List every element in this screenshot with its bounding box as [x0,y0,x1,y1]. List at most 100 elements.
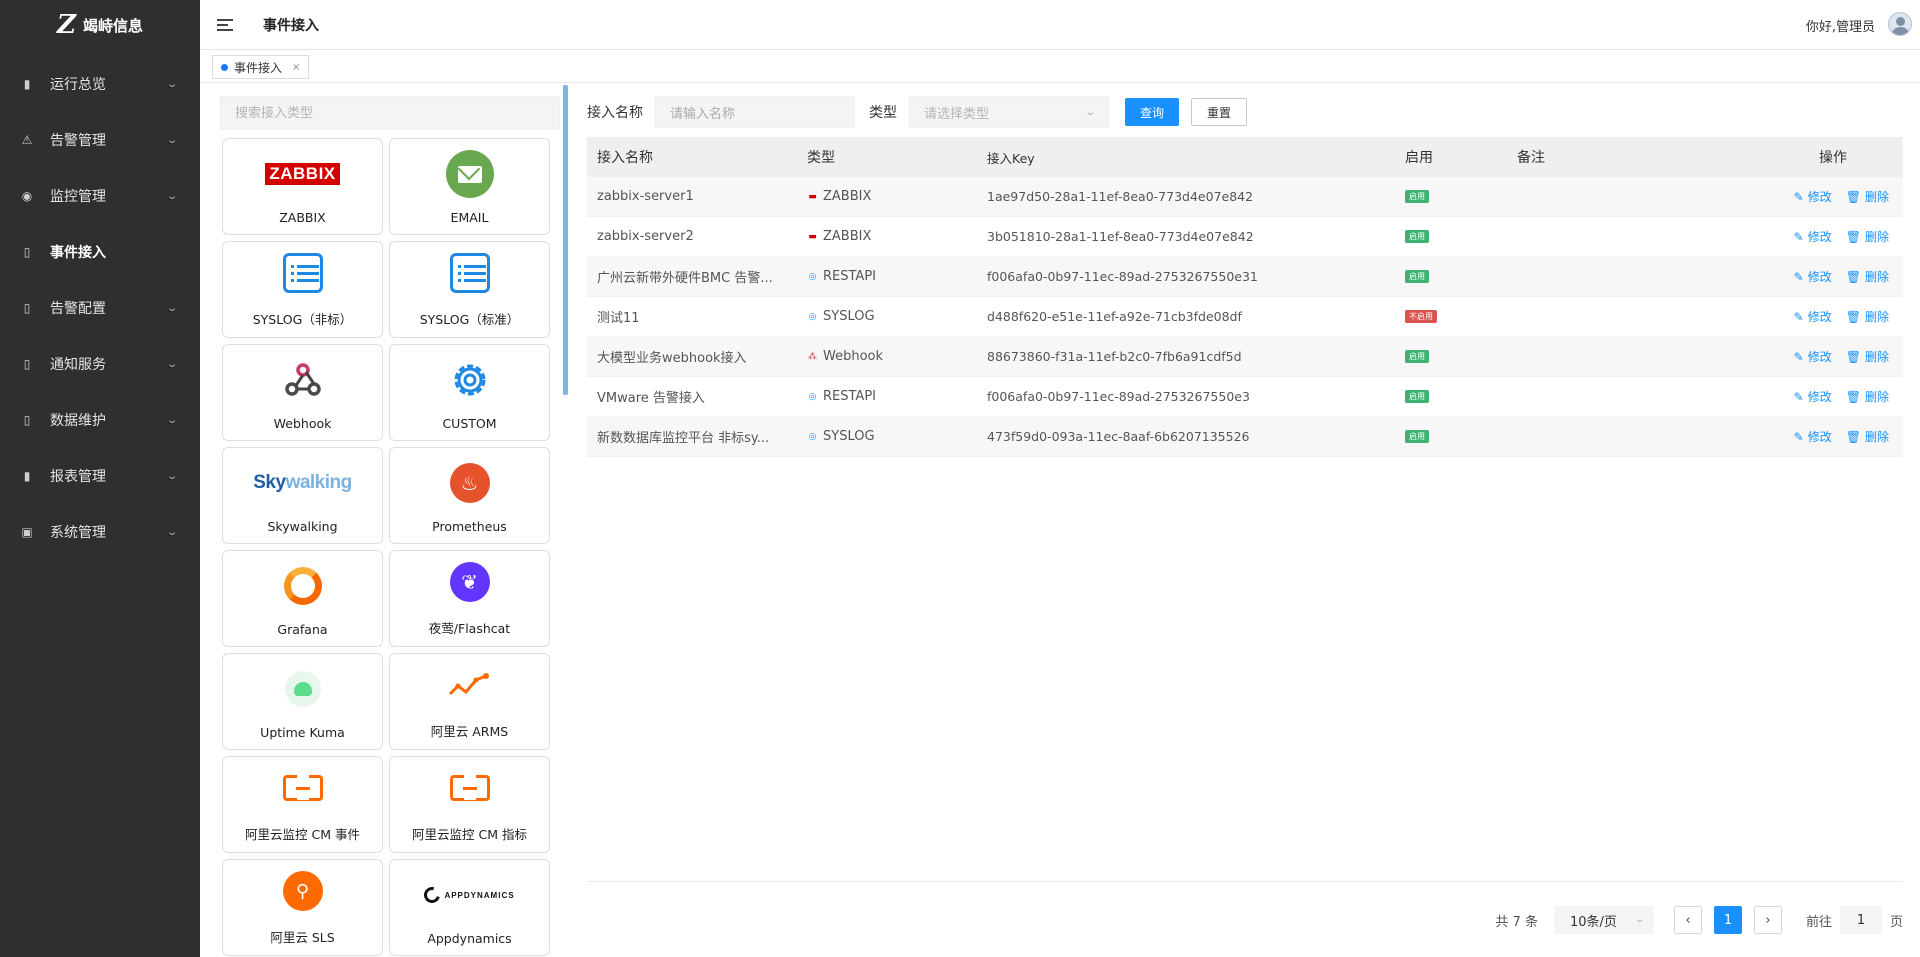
menu-toggle-icon[interactable] [217,18,233,31]
document-icon: ▯ [23,245,31,259]
access-type-card[interactable]: APPDYNAMICS Appdynamics [389,859,550,956]
restapi-icon: ◎ [808,391,817,402]
sidebar-item-6[interactable]: ▯ 数据维护 ⌄ [0,392,200,448]
access-type-card[interactable]: EMAIL [389,138,550,235]
cell-type-label: ZABBIX [823,189,872,204]
trash-icon: 🗑 [1845,349,1861,364]
access-type-card[interactable]: CUSTOM [389,344,550,441]
cell-type: ◎ RESTAPI [807,389,987,404]
sidebar: Z 竭峙信息 ▮ 运行总览 ⌄ ⚠ 告警管理 ⌄ ◉ 监控管理 ⌄ ▯ 事件接入 ▯ 告警配置 ⌄ ▯ 通知服… [0,0,200,957]
table-row[interactable]: VMware 告警接入 ◎ RESTAPI f006afa0-0b97-11ec-89… [587,377,1903,417]
card-logo: ♨ [390,457,549,509]
col-header-enabled[interactable]: 启用 [1405,147,1517,167]
card-logo [223,354,382,406]
edit-button[interactable]: ✎ 修改 [1794,388,1832,405]
card-label: Uptime Kuma [260,725,345,740]
type-filter-select[interactable]: 请选择类型 ⌄ [909,96,1109,128]
alarm-icon: ⚠ [21,133,33,147]
edit-button[interactable]: ✎ 修改 [1794,348,1832,365]
email-icon [445,150,494,198]
sidebar-item-7[interactable]: ▮ 报表管理 ⌄ [0,448,200,504]
name-filter-input[interactable]: 请输入名称 [655,96,855,128]
access-type-card[interactable]: ⚲ 阿里云 SLS [222,859,383,956]
sidebar-item-label: 运行总览 [50,77,106,93]
edit-button[interactable]: ✎ 修改 [1794,188,1832,205]
access-type-card[interactable]: SYSLOG（标准） [389,241,550,338]
skywalking-logo: Skywalking [253,472,352,493]
table-row[interactable]: 测试11 ◎ SYSLOG d488f620-e51e-11ef-a92e-71cb3… [587,297,1903,337]
grafana-icon [283,567,322,605]
page-number-current[interactable]: 1 [1713,906,1742,934]
access-type-card[interactable]: SYSLOG（非标） [222,241,383,338]
sidebar-item-3[interactable]: ▯ 事件接入 [0,224,200,280]
access-type-card[interactable]: 阿里云监控 CM 事件 [222,756,383,853]
col-header-type[interactable]: 类型 [807,147,987,167]
scrollbar-thumb[interactable] [563,85,568,395]
cell-key: d488f620-e51e-11ef-a92e-71cb3fde08df [987,309,1242,324]
card-label: 阿里云监控 CM 指标 [412,827,527,842]
delete-button[interactable]: 🗑 删除 [1846,228,1889,245]
table-row[interactable]: zabbix-server2 ▬ ZABBIX 3b051810-28a1-11ef-… [587,217,1903,257]
access-type-card[interactable]: ❦ 夜莺/Flashcat [389,550,550,647]
sidebar-item-label: 告警配置 [50,301,106,317]
sidebar-item-2[interactable]: ◉ 监控管理 ⌄ [0,168,200,224]
sidebar-item-4[interactable]: ▯ 告警配置 ⌄ [0,280,200,336]
cell-actions: ✎ 修改 🗑 删除 [1717,188,1903,205]
table-row[interactable]: zabbix-server1 ▬ ZABBIX 1ae97d50-28a1-11ef-… [587,177,1903,217]
delete-button[interactable]: 🗑 删除 [1846,348,1889,365]
delete-button[interactable]: 🗑 删除 [1846,188,1889,205]
access-type-card[interactable]: Grafana [222,550,383,647]
edit-button[interactable]: ✎ 修改 [1794,228,1832,245]
sidebar-item-label: 事件接入 [50,245,106,261]
card-label: Skywalking [267,519,338,534]
access-type-card[interactable]: 阿里云监控 CM 指标 [389,756,550,853]
page-size-select[interactable]: 10条/页 ⌄ [1553,906,1654,934]
access-type-card[interactable]: ZABBIX ZABBIX [222,138,383,235]
trash-icon: 🗑 [1845,189,1861,204]
cell-type-label: SYSLOG [823,429,875,444]
card-label: EMAIL [450,210,489,225]
edit-button[interactable]: ✎ 修改 [1794,428,1832,445]
delete-button[interactable]: 🗑 删除 [1846,308,1889,325]
query-button[interactable]: 查询 [1125,98,1180,126]
access-type-card[interactable]: 阿里云 ARMS [389,653,550,750]
edit-button[interactable]: ✎ 修改 [1794,308,1832,325]
sls-icon: ⚲ [282,871,323,911]
user-greeting[interactable]: 你好,管理员 [1806,16,1875,35]
bar-chart-icon: ▮ [23,469,31,483]
close-icon[interactable]: × [292,62,300,73]
cell-key: f006afa0-0b97-11ec-89ad-2753267550e3 [987,389,1250,404]
access-type-card[interactable]: Skywalking Skywalking [222,447,383,544]
tab-event-access[interactable]: 事件接入 × [212,55,310,79]
access-type-card[interactable]: Uptime Kuma [222,653,383,750]
reset-button[interactable]: 重置 [1191,98,1248,126]
sidebar-item-label: 通知服务 [50,357,106,373]
edit-button[interactable]: ✎ 修改 [1794,268,1832,285]
table-row[interactable]: 新数数据库监控平台 非标sy... ◎ SYSLOG 473f59d0-093a-11… [587,417,1903,457]
access-type-card[interactable]: Webhook [222,344,383,441]
sidebar-item-1[interactable]: ⚠ 告警管理 ⌄ [0,112,200,168]
cell-name: zabbix-server2 [597,229,694,244]
page-title: 事件接入 [263,17,319,34]
access-type-card[interactable]: ♨ Prometheus [389,447,550,544]
chevron-down-icon: ⌄ [165,190,178,202]
card-logo: ZABBIX [223,148,382,200]
delete-button[interactable]: 🗑 删除 [1846,428,1889,445]
table-row[interactable]: 广州云新带外硬件BMC 告警... ◎ RESTAPI f006afa0-0b97-1… [587,257,1903,297]
sidebar-item-8[interactable]: ▣ 系统管理 ⌄ [0,504,200,560]
avatar[interactable] [1888,12,1912,36]
sidebar-item-5[interactable]: ▯ 通知服务 ⌄ [0,336,200,392]
col-header-remark[interactable]: 备注 [1517,147,1717,167]
cell-name: zabbix-server1 [597,189,694,204]
col-header-name[interactable]: 接入名称 [587,147,807,167]
sidebar-item-0[interactable]: ▮ 运行总览 ⌄ [0,56,200,112]
col-header-key[interactable]: 接入Key [987,148,1405,167]
prev-page-button[interactable]: ‹ [1673,906,1702,934]
type-search-input[interactable] [220,96,560,130]
delete-button[interactable]: 🗑 删除 [1846,268,1889,285]
next-page-button[interactable]: › [1753,906,1782,934]
delete-button[interactable]: 🗑 删除 [1846,388,1889,405]
brand-logo[interactable]: Z 竭峙信息 [0,0,200,50]
table-row[interactable]: 大模型业务webhook接入 ⁂ Webhook 88673860-f31a-11ef… [587,337,1903,377]
goto-page-input[interactable]: 1 [1839,906,1882,934]
